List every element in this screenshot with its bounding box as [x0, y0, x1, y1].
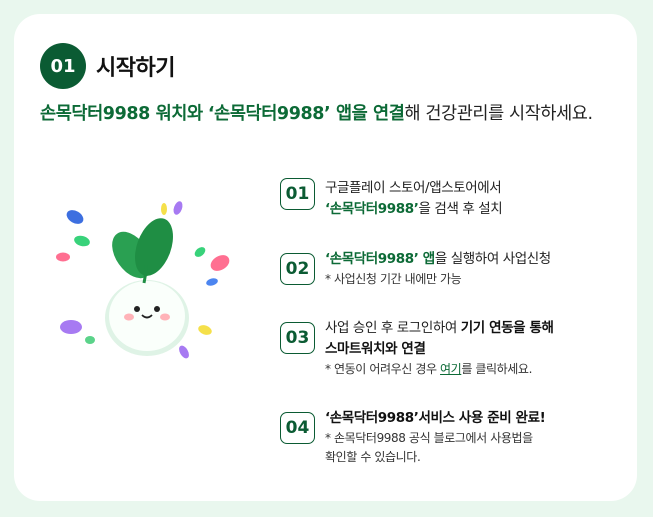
intro-rest: 해 건강관리를 시작하세요.	[404, 104, 593, 124]
step-text: 구글플레이 스토어/앱스토어에서	[325, 180, 502, 196]
step-item-4: 04 ‘손목닥터9988’서비스 사용 준비 완료! * 손목닥터9988 공식…	[280, 408, 546, 467]
step-bold-text: 기기 연동을 통해	[460, 320, 554, 336]
step-note: 확인할 수 있습니다.	[325, 450, 421, 464]
step-item-2: 02 ‘손목닥터9988’ 앱을 실행하여 사업신청 * 사업신청 기간 내에만…	[280, 249, 551, 289]
step-item-1: 01 구글플레이 스토어/앱스토어에서 ‘손목닥터9988’을 검색 후 설치	[280, 178, 503, 220]
help-link[interactable]: 여기	[440, 362, 462, 376]
step-highlight: ‘손목닥터9988’ 앱	[325, 251, 435, 267]
step-item-3: 03 사업 승인 후 로그인하여 기기 연동을 통해 스마트워치와 연결 * 연…	[280, 318, 554, 379]
step-note: * 사업신청 기간 내에만 가능	[325, 272, 462, 286]
intro-watch-name: 손목닥터9988 워치와	[40, 104, 203, 124]
step-highlight: ‘손목닥터9988’	[325, 201, 419, 217]
step-bold-text: 스마트워치와 연결	[325, 341, 426, 357]
sprout-mascot-illustration	[56, 201, 230, 359]
step-text: 을 검색 후 설치	[418, 201, 503, 217]
step-number: 01	[280, 178, 315, 210]
step-text: 을 실행하여 사업신청	[434, 251, 551, 267]
step-number: 02	[280, 253, 315, 285]
step-number: 03	[280, 322, 315, 354]
intro-app-name: ‘손목닥터9988’ 앱을 연결	[207, 104, 405, 124]
intro-text: 손목닥터9988 워치와 ‘손목닥터9988’ 앱을 연결해 건강관리를 시작하…	[40, 101, 610, 127]
step-note: 를 클릭하세요.	[461, 362, 532, 376]
section-title: 시작하기	[96, 56, 175, 81]
step-note: * 손목닥터9988 공식 블로그에서 사용법을	[325, 431, 533, 445]
step-text: 사업 승인 후 로그인하여	[325, 320, 461, 336]
step-number-badge: 01	[40, 43, 86, 89]
step-note: * 연동이 어려우신 경우	[325, 362, 441, 376]
section-header: 01 시작하기	[40, 43, 175, 89]
step-bold-text: ‘손목닥터9988’서비스 사용 준비 완료!	[325, 410, 546, 426]
step-number: 04	[280, 412, 315, 444]
